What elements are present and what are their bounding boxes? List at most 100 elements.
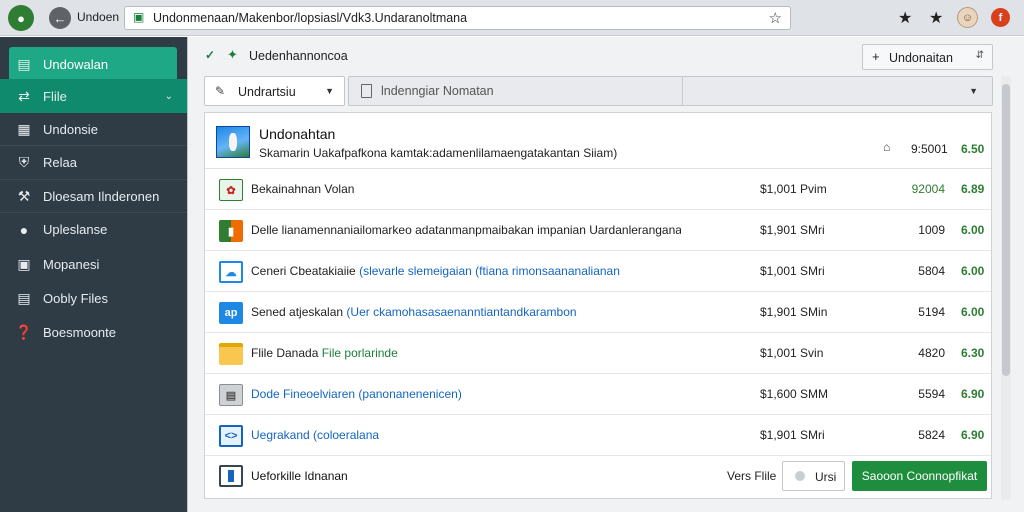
primary-action-button[interactable]: Saooon Coonnopfikat (852, 461, 987, 491)
bookmark-star-icon[interactable]: ☆ (769, 9, 782, 27)
lock-icon[interactable]: ⌂ (883, 140, 890, 154)
sidebar-item-upleslanse[interactable]: ● Upleslanse (0, 212, 187, 246)
project-select[interactable]: + Undonaitan ⇵ (862, 44, 993, 70)
sidebar-item-label: Oobly Files (43, 290, 109, 306)
row-title: Uegrakand (coloeralana (251, 428, 380, 442)
toggle-label: Ursi (815, 470, 837, 484)
header-value: 6.50 (961, 142, 985, 156)
row-price: $1,901 SMri (760, 428, 825, 442)
scrollbar[interactable] (1001, 76, 1011, 500)
table-row[interactable]: Flile Danada File porlarinde $1,001 Svin… (205, 334, 991, 374)
row-size: 1009 (918, 223, 945, 237)
table-row[interactable]: ✿ Bekainahnan Volan $1,001 Pvim 92004 6.… (205, 170, 991, 210)
row-price: $1,001 Pvim (760, 182, 827, 196)
row-price: $1,901 SMri (760, 223, 825, 237)
search-divider (682, 77, 683, 105)
unit-toggle[interactable]: Ursi (782, 461, 845, 491)
row-rating: 6.90 (961, 428, 985, 442)
search-box[interactable]: ▼ (348, 76, 993, 106)
app-file-icon: ap (219, 302, 243, 324)
caret-down-icon[interactable]: ▼ (969, 86, 978, 96)
top-bar: ✓ ✦ Uedenhannoncoa + Undonaitan ⇵ (188, 37, 1024, 75)
sidebar-item-boesmoonte[interactable]: ❓ Boesmoonte (0, 315, 187, 349)
caret-down-icon: ▼ (325, 86, 334, 96)
sidebar-item-undowalan[interactable]: ▤ Undowalan (9, 47, 177, 81)
file-list-panel: Undonahtan Skamarin Uakafpafkona kamtak:… (204, 112, 992, 499)
radio-dot-icon (795, 471, 805, 481)
search-input[interactable] (381, 82, 671, 100)
chart-icon: ▤ (17, 289, 31, 306)
chevron-down-icon[interactable]: ⌄ (165, 91, 173, 102)
row-price: $1,001 Svin (760, 346, 824, 360)
image-icon: ▣ (17, 255, 31, 272)
slides-file-icon: ▮ (219, 220, 243, 242)
chat-icon: ● (19, 221, 29, 238)
row-title: Sened atjeskalan (Uer ckamohasasaenannti… (251, 305, 577, 319)
document-icon (361, 84, 372, 98)
sidebar-item-label: Mopanesi (43, 256, 100, 272)
sidebar-item-label: Undowalan (43, 56, 109, 72)
extension-icon[interactable]: f (991, 8, 1010, 27)
plus-icon: + (872, 49, 880, 64)
bookmarks-star-icon[interactable]: ★ (929, 8, 943, 28)
table-row[interactable]: ▮ Delle lianamennaniailomarkeo adatanman… (205, 211, 991, 251)
footer-label: Ueforkille Idnanan (251, 469, 348, 483)
help-icon: ❓ (15, 323, 33, 340)
table-icon: ▦ (17, 120, 31, 137)
row-title: Bekainahnan Volan (251, 182, 355, 196)
row-size: 5194 (918, 305, 945, 319)
cloud-file-icon: ☁ (219, 261, 243, 283)
row-price: $1,600 SMM (760, 387, 829, 401)
row-rating: 6.00 (961, 264, 985, 278)
url-text[interactable]: Undonmenaan/Makenbor/lopsiasl/Vdk3.Undar… (153, 11, 467, 25)
sidebar-item-flile[interactable]: ⇄ Flile ⌄ (0, 79, 187, 113)
back-arrow-icon[interactable]: ← (49, 7, 71, 29)
row-rating: 6.90 (961, 387, 985, 401)
favorites-star-icon[interactable]: ★ (898, 8, 912, 28)
sidebar-item-undonsie[interactable]: ▦ Undonsie (0, 112, 187, 146)
sidebar-item-mopanesi[interactable]: ▣ Mopanesi (0, 247, 187, 281)
sidebar-item-dloesam[interactable]: ⚒ Dloesam Ilnderonen (0, 179, 187, 213)
sidebar: ▤ Undowalan ⇄ Flile ⌄ ▦ Undonsie ⛨ Relaa… (0, 37, 187, 512)
image-file-icon: ✿ (219, 179, 243, 201)
header-price: 9:5001 (911, 142, 948, 156)
table-row[interactable]: ▤ Dode Fineoelviaren (panonanenenicen) $… (205, 375, 991, 415)
wrench-icon: ⚒ (17, 188, 31, 204)
panel-header: Undonahtan Skamarin Uakafpafkona kamtak:… (205, 113, 991, 169)
sidebar-item-label: Boesmoonte (43, 324, 116, 340)
avatar[interactable]: ☺ (957, 7, 978, 28)
row-rating: 6.00 (961, 223, 985, 237)
chevron-updown-icon: ⇵ (975, 50, 984, 61)
project-select-label: Undonaitan (889, 51, 953, 65)
row-size: 5804 (918, 264, 945, 278)
tab-title[interactable]: Undoen (77, 10, 119, 24)
row-size: 92004 (911, 182, 945, 196)
filter-dropdown-label: Undrartsiu (238, 85, 296, 99)
sidebar-item-label: Dloesam Ilnderonen (43, 189, 160, 204)
app-logo-icon[interactable]: ● (8, 5, 34, 31)
sidebar-item-oobly-files[interactable]: ▤ Oobly Files (0, 281, 187, 315)
scrollbar-thumb[interactable] (1002, 84, 1010, 376)
project-thumbnail (216, 126, 250, 158)
list-icon: ▤ (17, 55, 31, 72)
row-size: 4820 (918, 346, 945, 360)
row-size: 5594 (918, 387, 945, 401)
main-content: ✓ ✦ Uedenhannoncoa + Undonaitan ⇵ ✎ Undr… (187, 37, 1024, 512)
table-row[interactable]: ap Sened atjeskalan (Uer ckamohasasaenan… (205, 293, 991, 333)
table-row[interactable]: ☁ Ceneri Cbeatakiaiie (slevarle slemeiga… (205, 252, 991, 292)
row-size: 5824 (918, 428, 945, 442)
generic-file-icon: ▤ (219, 384, 243, 406)
sidebar-item-relaa[interactable]: ⛨ Relaa (0, 145, 187, 179)
document-icon (219, 465, 243, 487)
pin-icon: ✦ (227, 47, 238, 62)
row-price: $1,001 SMri (760, 264, 825, 278)
sidebar-item-label: Upleslanse (43, 222, 108, 237)
row-rating: 6.30 (961, 346, 985, 360)
table-row[interactable]: <> Uegrakand (coloeralana $1,901 SMri 58… (205, 416, 991, 456)
code-file-icon: <> (219, 425, 243, 447)
row-title: Flile Danada File porlarinde (251, 346, 398, 360)
address-bar[interactable]: ▣ Undonmenaan/Makenbor/lopsiasl/Vdk3.Und… (124, 6, 791, 30)
pencil-icon: ✎ (215, 84, 226, 98)
row-price: $1,901 SMin (760, 305, 828, 319)
filter-dropdown[interactable]: ✎ Undrartsiu ▼ (204, 76, 345, 106)
